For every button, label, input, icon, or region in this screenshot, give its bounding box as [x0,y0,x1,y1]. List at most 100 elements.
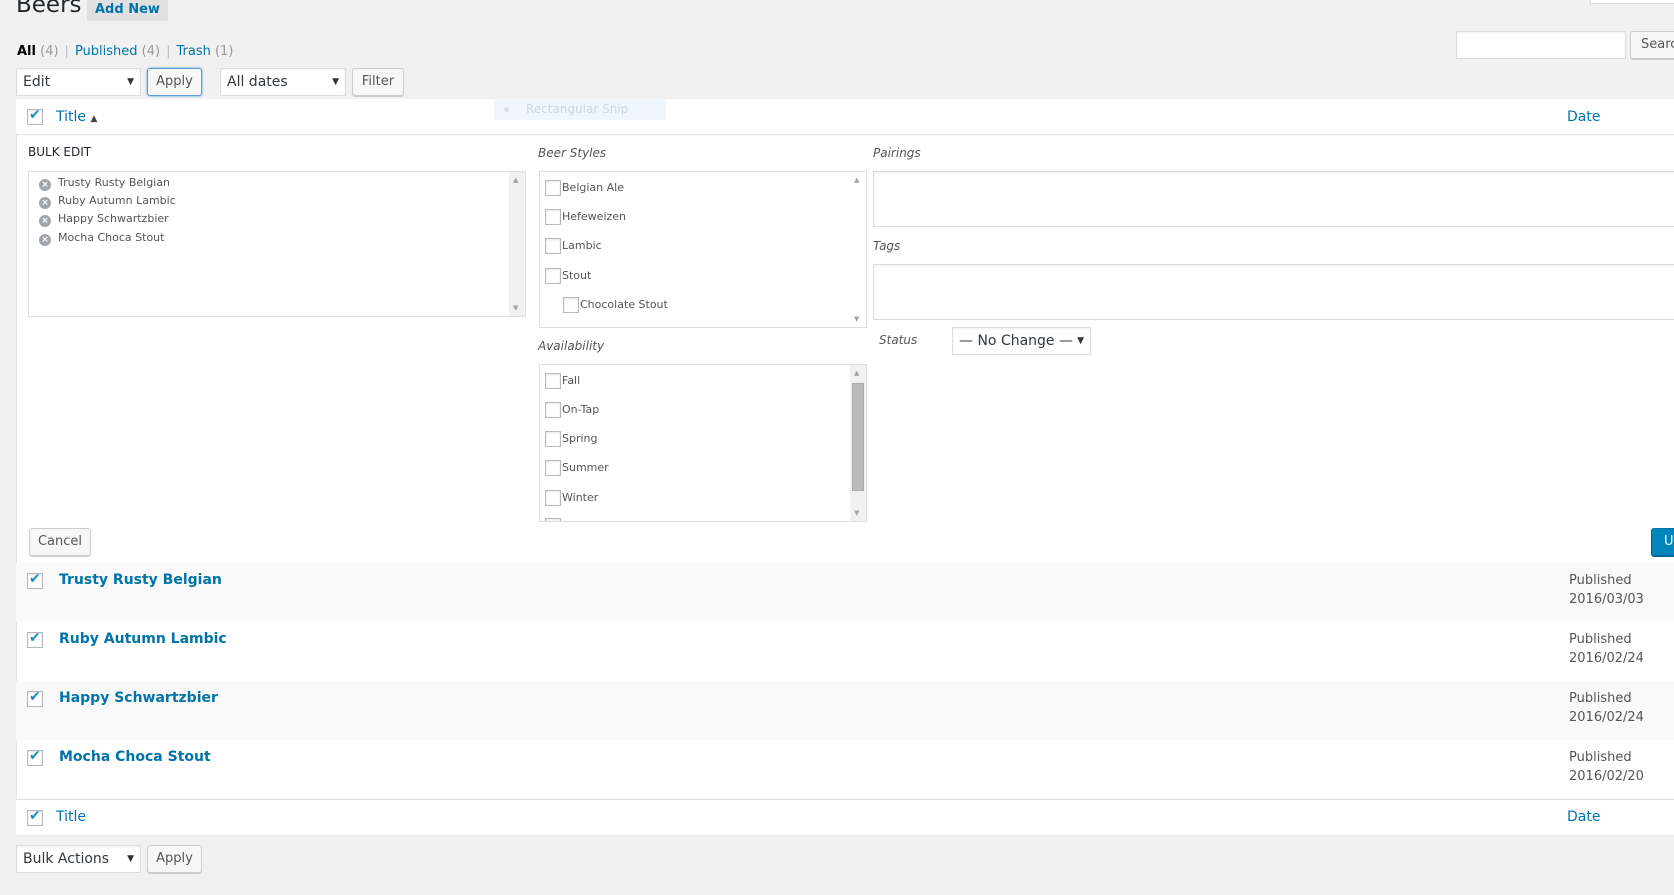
beer-style-label: Lambic [562,239,602,252]
scroll-down-icon[interactable]: ▼ [854,315,859,323]
availability-option-label: Fall [562,374,581,387]
beer-styles-scrollbar[interactable]: ▲ ▼ [850,172,866,327]
availability-checkbox[interactable] [545,460,561,476]
row-status: Published [1569,750,1632,765]
beer-style-checkbox[interactable] [545,268,561,284]
row-title-link[interactable]: Ruby Autumn Lambic [59,631,227,647]
row-checkbox[interactable] [27,689,43,707]
availability-option[interactable]: Fall [545,373,580,389]
availability-option[interactable]: On-Tap [545,402,599,418]
view-all-label: All [17,44,36,59]
availability-option[interactable]: Spring [545,431,598,447]
availability-option-label: On-Tap [562,403,600,416]
screen-options-tab[interactable] [1590,0,1674,4]
availability-checkbox-partial[interactable] [545,518,561,521]
row-status: Published [1569,573,1632,588]
scroll-up-icon[interactable]: ▲ [854,369,859,377]
date-filter-value: All dates [227,74,288,90]
remove-icon[interactable]: × [39,234,51,246]
bulk-title-item: × Trusty Rusty Belgian [39,176,170,191]
chevron-down-icon: ▼ [332,77,339,87]
row-title-link[interactable]: Trusty Rusty Belgian [59,572,222,588]
apply-button-top[interactable]: Apply [147,68,202,96]
scrollbar-thumb[interactable] [852,383,864,491]
remove-icon[interactable]: × [39,197,51,209]
status-select[interactable]: — No Change — ▼ [952,327,1091,355]
column-title-label: Title [56,109,87,125]
row-date: Published 2016/02/24 [1569,630,1644,668]
view-published[interactable]: Published (4) [75,44,160,59]
date-filter-select[interactable]: All dates ▼ [220,68,346,96]
tags-label: Tags [873,239,901,253]
view-all[interactable]: All (4) [17,44,59,59]
pairings-textarea[interactable] [873,171,1674,227]
add-new-button[interactable]: Add New [87,0,168,21]
cancel-button[interactable]: Cancel [29,528,91,556]
view-published-label: Published [74,44,138,59]
availability-option[interactable]: Summer [545,460,609,476]
filter-button[interactable]: Filter [352,68,404,96]
availability-checkbox[interactable] [545,373,561,389]
availability-scrollbar[interactable]: ▲ ▼ [850,365,866,521]
availability-checkbox[interactable] [545,402,561,418]
beer-style-checkbox[interactable] [545,238,561,254]
bulk-action-select-top[interactable]: Edit ▼ [16,68,141,96]
beer-style-checkbox[interactable] [563,297,579,313]
column-title-sort-footer[interactable]: Title [56,809,86,825]
beer-style-checkbox[interactable] [545,209,561,225]
beer-style-option[interactable]: Belgian Ale [545,180,624,196]
beer-style-option-child[interactable]: Chocolate Stout [563,297,668,313]
remove-icon[interactable]: × [39,179,51,191]
apply-button-bottom[interactable]: Apply [147,845,202,873]
update-button[interactable]: Update [1651,528,1674,556]
row-date-value: 2016/02/24 [1569,710,1644,725]
table-header: Title ▲ Date [16,99,1674,135]
pairings-label: Pairings [873,146,921,160]
row-date-value: 2016/02/20 [1569,769,1644,784]
view-trash-count: (1) [214,44,234,59]
row-date: Published 2016/03/03 [1569,571,1644,609]
view-all-count: (4) [40,44,59,59]
row-title-link[interactable]: Happy Schwartzbier [59,690,218,706]
row-checkbox[interactable] [27,571,43,589]
availability-option-label: Winter [562,491,599,504]
beer-style-option[interactable]: Stout [545,268,591,284]
bulk-action-select-bottom[interactable]: Bulk Actions ▼ [16,845,141,873]
view-trash[interactable]: Trash (1) [176,44,233,59]
bulk-title-text: Mocha Choca Stout [58,231,165,244]
bulk-titles-list: × Trusty Rusty Belgian × Ruby Autumn Lambi… [28,171,526,317]
beer-style-label: Belgian Ale [562,181,624,194]
column-title-sort[interactable]: Title ▲ [56,109,97,125]
scroll-up-icon[interactable]: ▲ [854,176,859,184]
availability-checkbox[interactable] [545,490,561,506]
titles-scrollbar[interactable]: ▲ ▼ [509,172,525,316]
select-all-checkbox-footer[interactable] [27,808,43,826]
bulk-title-text: Ruby Autumn Lambic [58,194,176,207]
scroll-down-icon[interactable]: ▼ [513,304,518,312]
remove-icon[interactable]: × [39,215,51,227]
search-input[interactable] [1456,31,1626,59]
row-checkbox[interactable] [27,630,43,648]
table-footer: Title Date [16,799,1674,835]
availability-option-label: Summer [562,461,609,474]
row-checkbox[interactable] [27,748,43,766]
column-date-sort-footer[interactable]: Date [1567,809,1600,825]
scroll-down-icon[interactable]: ▼ [854,509,859,517]
column-date-sort[interactable]: Date [1567,109,1600,125]
bulk-title-item: × Ruby Autumn Lambic [39,194,176,209]
tags-textarea[interactable] [873,264,1674,320]
table-row: Trusty Rusty Belgian Published 2016/03/03 [16,563,1674,622]
scroll-up-icon[interactable]: ▲ [513,176,518,184]
search-button[interactable]: Search Beers [1630,31,1674,59]
beer-style-checkbox[interactable] [545,180,561,196]
beer-style-option[interactable]: Lambic [545,238,602,254]
status-value: — No Change — [959,333,1073,349]
bulk-action-value: Bulk Actions [23,851,110,867]
bulk-title-item: × Mocha Choca Stout [39,231,164,246]
availability-option[interactable]: Winter [545,490,598,506]
select-all-checkbox[interactable] [27,107,43,125]
beer-style-option[interactable]: Hefeweizen [545,209,626,225]
availability-checkbox[interactable] [545,431,561,447]
row-title-link[interactable]: Mocha Choca Stout [59,749,211,765]
beer-styles-label: Beer Styles [538,146,607,160]
